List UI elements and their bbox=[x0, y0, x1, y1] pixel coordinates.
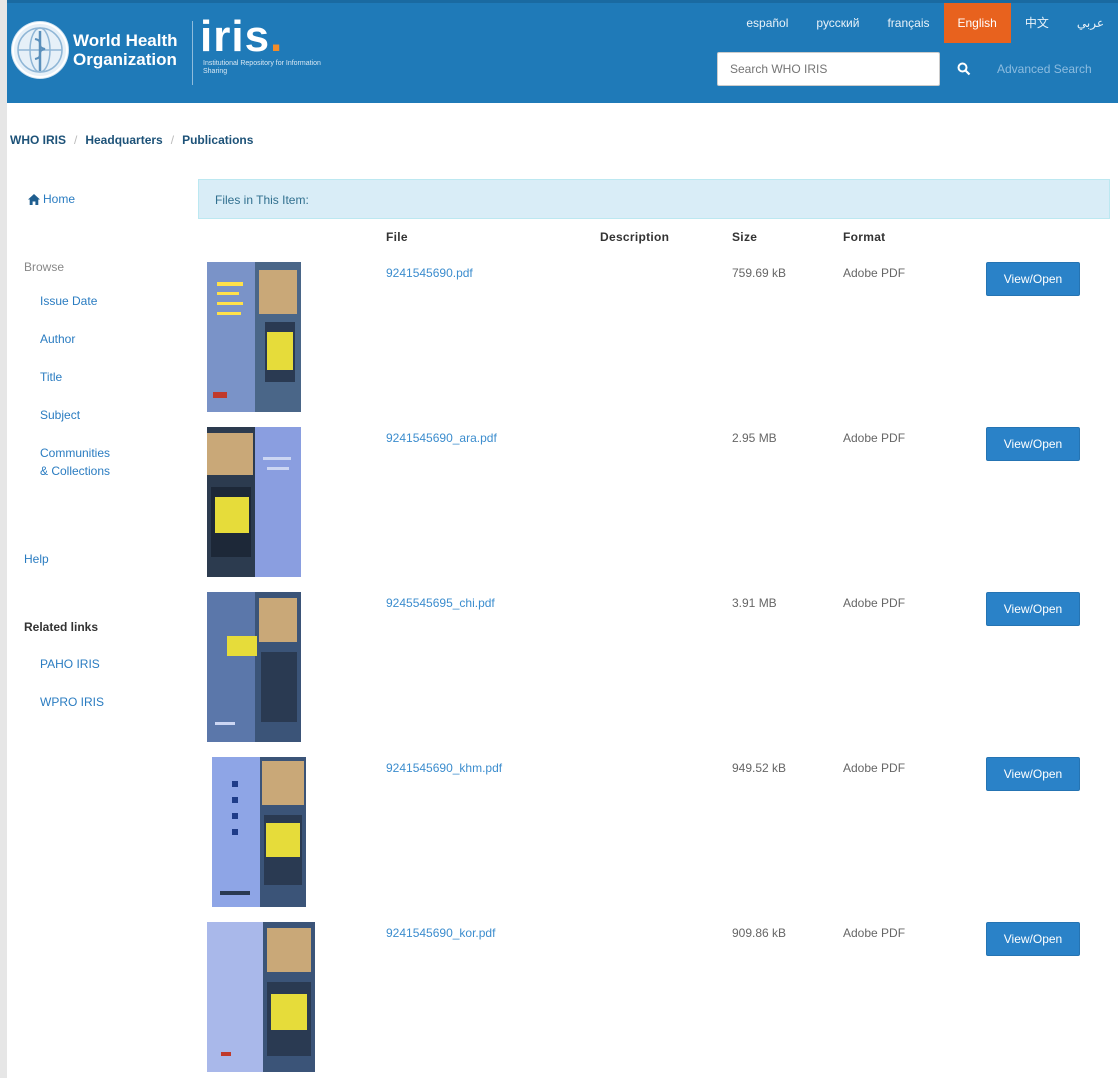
table-row: 9241545690_ara.pdf 2.95 MB Adobe PDF Vie… bbox=[198, 427, 1110, 591]
file-thumbnail[interactable] bbox=[207, 592, 301, 742]
files-panel-heading: Files in This Item: bbox=[198, 179, 1110, 219]
organization-name-line2: Organization bbox=[73, 50, 177, 69]
column-header-format: Format bbox=[843, 230, 886, 244]
sidebar-item-help[interactable]: Help bbox=[24, 552, 49, 566]
sidebar-item-paho-iris[interactable]: PAHO IRIS bbox=[40, 655, 100, 673]
home-icon bbox=[28, 193, 40, 205]
view-open-button[interactable]: View/Open bbox=[986, 427, 1080, 461]
breadcrumb-item-publications[interactable]: Publications bbox=[182, 133, 253, 147]
language-option-en[interactable]: English bbox=[943, 3, 1011, 43]
sidebar-item-label: Communities bbox=[40, 446, 111, 460]
sidebar-item-title[interactable]: Title bbox=[40, 368, 62, 386]
view-open-button[interactable]: View/Open bbox=[986, 922, 1080, 956]
sidebar-item-author[interactable]: Author bbox=[40, 330, 75, 348]
search-input[interactable] bbox=[717, 52, 940, 86]
column-header-description: Description bbox=[600, 230, 670, 244]
table-row: 9241545690.pdf 759.69 kB Adobe PDF View/… bbox=[198, 262, 1110, 426]
view-open-button[interactable]: View/Open bbox=[986, 592, 1080, 626]
logo-divider bbox=[192, 21, 193, 85]
breadcrumb: WHO IRIS / Headquarters / Publications bbox=[10, 133, 253, 147]
file-name-link[interactable]: 9245545695_chi.pdf bbox=[386, 596, 495, 610]
advanced-search-link[interactable]: Advanced Search bbox=[997, 62, 1092, 76]
file-name-link[interactable]: 9241545690_kor.pdf bbox=[386, 926, 495, 940]
breadcrumb-item-headquarters[interactable]: Headquarters bbox=[85, 133, 162, 147]
file-format: Adobe PDF bbox=[843, 596, 906, 610]
breadcrumb-item-who-iris[interactable]: WHO IRIS bbox=[10, 133, 66, 147]
file-thumbnail[interactable] bbox=[207, 427, 301, 577]
language-option-ar[interactable]: عربي bbox=[1063, 3, 1118, 43]
table-row: 9241545690_khm.pdf 949.52 kB Adobe PDF V… bbox=[198, 757, 1110, 921]
organization-name[interactable]: World Health Organization bbox=[73, 31, 178, 69]
sidebar-item-home[interactable]: Home bbox=[28, 192, 75, 206]
file-name-link[interactable]: 9241545690.pdf bbox=[386, 266, 473, 280]
file-thumbnail[interactable] bbox=[207, 262, 301, 412]
file-format: Adobe PDF bbox=[843, 266, 906, 280]
iris-logo[interactable]: iris. bbox=[200, 15, 283, 59]
who-emblem-icon[interactable] bbox=[11, 21, 69, 79]
language-option-zh[interactable]: 中文 bbox=[1011, 3, 1063, 43]
page-left-edge bbox=[0, 0, 7, 1078]
file-size: 759.69 kB bbox=[732, 266, 787, 280]
table-row: 9245545695_chi.pdf 3.91 MB Adobe PDF Vie… bbox=[198, 592, 1110, 756]
language-option-es[interactable]: español bbox=[732, 3, 802, 43]
language-option-fr[interactable]: français bbox=[873, 3, 943, 43]
site-header: World Health Organization iris. Institut… bbox=[7, 0, 1118, 103]
iris-logo-dot: . bbox=[270, 12, 284, 61]
file-size: 949.52 kB bbox=[732, 761, 787, 775]
sidebar-item-label: & Collections bbox=[40, 464, 111, 478]
view-open-button[interactable]: View/Open bbox=[986, 262, 1080, 296]
sidebar-item-issue-date[interactable]: Issue Date bbox=[40, 292, 97, 310]
file-format: Adobe PDF bbox=[843, 431, 906, 445]
file-name-link[interactable]: 9241545690_khm.pdf bbox=[386, 761, 502, 775]
file-size: 3.91 MB bbox=[732, 596, 777, 610]
file-format: Adobe PDF bbox=[843, 926, 906, 940]
language-bar: español русский français English 中文 عربي bbox=[732, 3, 1118, 43]
file-thumbnail[interactable] bbox=[207, 922, 315, 1072]
sidebar-item-subject[interactable]: Subject bbox=[40, 406, 80, 424]
breadcrumb-separator: / bbox=[170, 133, 175, 147]
column-header-size: Size bbox=[732, 230, 758, 244]
iris-subtitle: Institutional Repository for Information… bbox=[203, 60, 321, 75]
language-option-ru[interactable]: русский bbox=[802, 3, 873, 43]
file-name-link[interactable]: 9241545690_ara.pdf bbox=[386, 431, 497, 445]
sidebar-item-label: Home bbox=[43, 192, 76, 206]
file-size: 2.95 MB bbox=[732, 431, 777, 445]
sidebar-related-heading: Related links bbox=[24, 620, 99, 634]
file-thumbnail[interactable] bbox=[212, 757, 306, 907]
iris-logo-text: iris bbox=[200, 12, 271, 61]
sidebar-item-wpro-iris[interactable]: WPRO IRIS bbox=[40, 693, 104, 711]
breadcrumb-separator: / bbox=[74, 133, 78, 147]
view-open-button[interactable]: View/Open bbox=[986, 757, 1080, 791]
organization-name-line1: World Health bbox=[73, 31, 178, 50]
sidebar-browse-heading: Browse bbox=[24, 260, 65, 274]
column-header-file: File bbox=[386, 230, 408, 244]
search-icon[interactable] bbox=[947, 52, 981, 86]
sidebar-item-communities[interactable]: Communities & Collections bbox=[40, 444, 110, 480]
file-format: Adobe PDF bbox=[843, 761, 906, 775]
file-size: 909.86 kB bbox=[732, 926, 787, 940]
table-row: 9241545690_kor.pdf 909.86 kB Adobe PDF V… bbox=[198, 922, 1110, 1078]
